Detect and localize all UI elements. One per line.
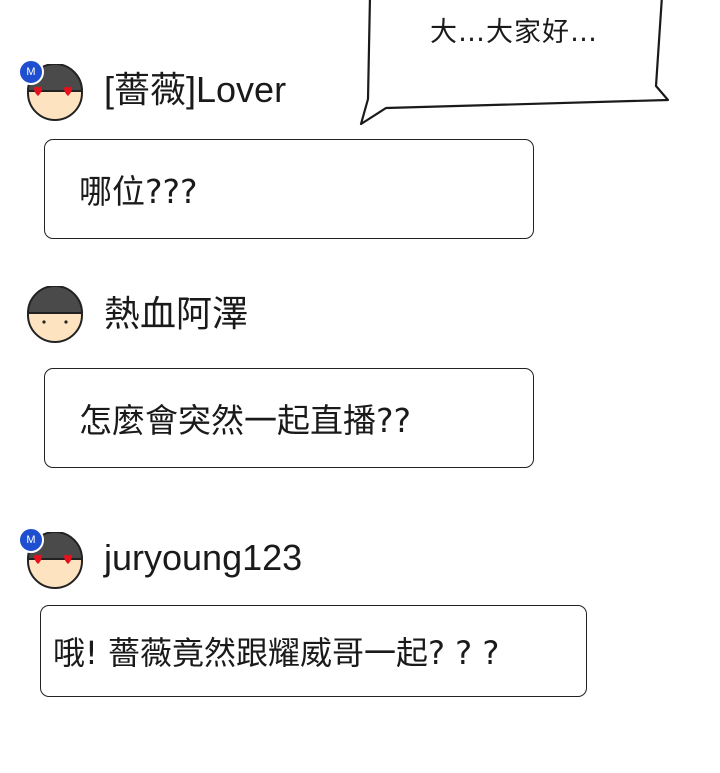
user-avatar <box>26 286 84 344</box>
chat-bubble: 哪位??? <box>44 139 534 239</box>
chat-bubble: 怎麼會突然一起直播?? <box>44 368 534 468</box>
plain-face-icon <box>26 286 84 343</box>
chat-message-text: 哦! 薔薇竟然跟耀威哥一起? ? ? <box>53 634 500 672</box>
user-avatar: M <box>18 59 84 122</box>
user-avatar: M <box>18 527 84 590</box>
chat-message-text: 哪位??? <box>79 172 198 211</box>
chat-message-text: 怎麼會突然一起直播?? <box>79 401 412 440</box>
member-badge: M <box>18 527 44 553</box>
speech-balloon: 大…大家好… <box>358 0 670 128</box>
username: [薔薇]Lover <box>104 69 287 110</box>
chat-bubble: 哦! 薔薇竟然跟耀威哥一起? ? ? <box>40 605 587 697</box>
username: 熱血阿澤 <box>104 293 249 334</box>
member-badge: M <box>18 59 44 85</box>
username: juryoung123 <box>104 537 303 578</box>
speech-text: 大…大家好… <box>430 17 598 48</box>
